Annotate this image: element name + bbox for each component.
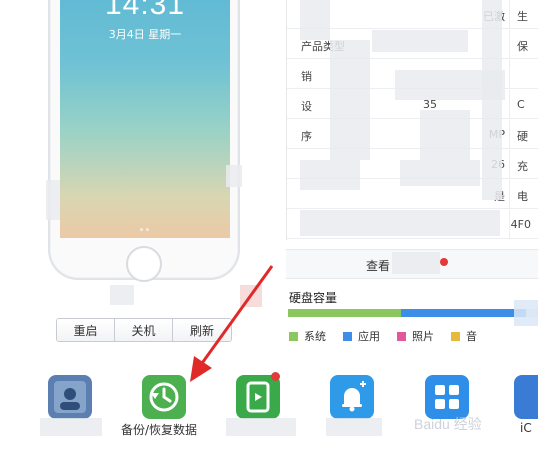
app-window: 14:31 3月4日 星期一 重启 关机 刷新 已激 生 产品类型 保 — [0, 0, 538, 457]
red-arrow-annotation — [190, 265, 274, 382]
